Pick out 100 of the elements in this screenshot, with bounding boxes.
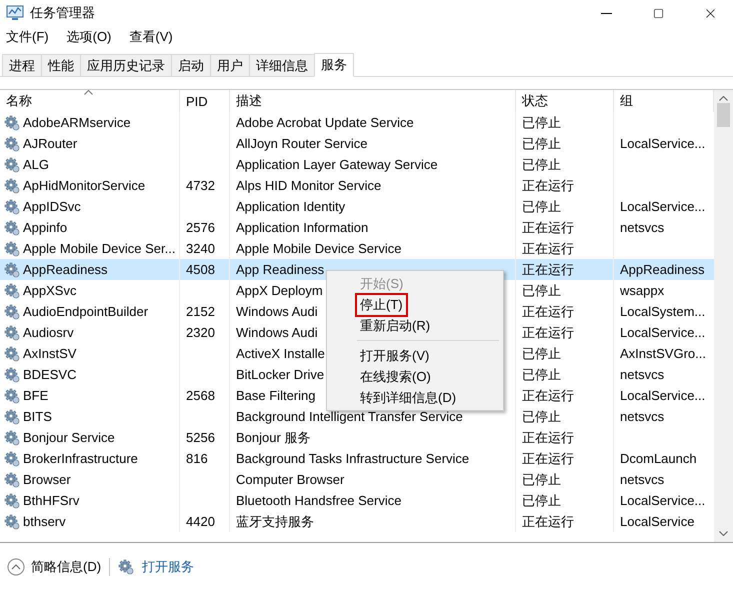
table-row[interactable]: BrokerInfrastructure 816 Background Tasks Infrastructure Service 正在运行 DcomLaunch xyxy=(0,448,714,469)
context-menu-item[interactable]: 重新启动(R) xyxy=(327,315,503,336)
group-text: LocalService xyxy=(620,514,694,529)
app-icon xyxy=(6,5,24,21)
status-text: 已停止 xyxy=(522,114,561,132)
context-menu-item[interactable]: 在线搜索(O) xyxy=(327,366,503,387)
service-name: AppXSvc xyxy=(23,283,76,298)
table-row[interactable]: bthserv 4420 蓝牙支持服务 正在运行 LocalService xyxy=(0,511,714,532)
tab[interactable]: 应用历史记录 xyxy=(80,54,172,76)
service-gear-icon xyxy=(4,324,20,340)
context-menu-item[interactable]: 转到详细信息(D) xyxy=(327,387,503,408)
status-text: 已停止 xyxy=(522,366,561,384)
tab[interactable]: 启动 xyxy=(171,54,211,76)
group-text: AppReadiness xyxy=(620,262,705,277)
service-name: AxInstSV xyxy=(23,346,76,361)
group-text: wsappx xyxy=(620,283,664,298)
pid-text: 2568 xyxy=(186,388,215,403)
status-text: 已停止 xyxy=(522,492,561,510)
service-name: bthserv xyxy=(23,514,66,529)
tab[interactable]: 性能 xyxy=(41,54,81,76)
status-text: 正在运行 xyxy=(522,176,574,194)
table-row[interactable]: Browser Computer Browser 已停止 netsvcs xyxy=(0,469,714,490)
group-text: LocalSystem... xyxy=(620,304,706,319)
service-name: BITS xyxy=(23,409,52,424)
table-row[interactable]: AJRouter AllJoyn Router Service 已停止 LocalService... xyxy=(0,133,714,154)
status-text: 正在运行 xyxy=(522,428,574,446)
tab[interactable]: 服务 xyxy=(314,53,354,77)
column-header[interactable]: 状态 xyxy=(516,90,614,112)
description-text: Application Layer Gateway Service xyxy=(236,157,438,172)
context-menu-item[interactable]: 停止(T) xyxy=(327,294,503,315)
description-text: Background Tasks Infrastructure Service xyxy=(236,451,470,466)
service-gear-icon xyxy=(4,346,20,362)
scroll-up-icon xyxy=(719,96,728,101)
service-gear-icon xyxy=(4,430,20,446)
table-row[interactable]: AdobeARMservice Adobe Acrobat Update Service 已停止 xyxy=(0,112,714,133)
service-gear-icon xyxy=(4,136,20,152)
highlight-frame: 打开服务(V) xyxy=(355,344,434,368)
service-gear-icon xyxy=(4,388,20,404)
tab[interactable]: 详细信息 xyxy=(249,54,315,76)
group-text: LocalService... xyxy=(620,388,706,403)
context-menu-item[interactable]: 打开服务(V) xyxy=(327,345,503,366)
column-header[interactable]: PID xyxy=(180,90,230,112)
table-row[interactable]: ALG Application Layer Gateway Service 已停止 xyxy=(0,154,714,175)
service-gear-icon xyxy=(4,472,20,488)
status-text: 正在运行 xyxy=(522,450,574,468)
status-text: 正在运行 xyxy=(522,260,574,278)
status-text: 正在运行 xyxy=(522,240,574,258)
service-gear-icon xyxy=(4,408,20,424)
table-row[interactable]: ApHidMonitorService 4732 Alps HID Monitor Service 正在运行 xyxy=(0,175,714,196)
group-text: netsvcs xyxy=(620,220,664,235)
service-gear-icon xyxy=(4,514,20,530)
table-row[interactable]: Appinfo 2576 Application Information 正在运行 netsvcs xyxy=(0,217,714,238)
status-text: 已停止 xyxy=(522,344,561,362)
service-name: AppIDSvc xyxy=(23,199,81,214)
status-text: 已停止 xyxy=(522,198,561,216)
service-gear-icon xyxy=(4,240,20,256)
service-gear-icon xyxy=(4,492,20,508)
table-row[interactable]: Bonjour Service 5256 Bonjour 服务 正在运行 xyxy=(0,427,714,448)
table-row[interactable]: BthHFSrv Bluetooth Handsfree Service 已停止 LocalService... xyxy=(0,490,714,511)
pid-text: 5256 xyxy=(186,430,215,445)
group-text: DcomLaunch xyxy=(620,451,697,466)
service-name: BthHFSrv xyxy=(23,493,80,508)
table-row[interactable]: AppIDSvc Application Identity 已停止 LocalService... xyxy=(0,196,714,217)
service-name: BrokerInfrastructure xyxy=(23,451,138,466)
service-gear-icon xyxy=(4,220,20,236)
gear-icon xyxy=(118,558,134,574)
description-text: AllJoyn Router Service xyxy=(236,136,368,151)
description-text: Application Information xyxy=(236,220,368,235)
column-header[interactable]: 描述 xyxy=(230,90,516,112)
tab[interactable]: 用户 xyxy=(210,54,250,76)
window-title: 任务管理器 xyxy=(30,4,96,22)
menu-item[interactable]: 选项(O) xyxy=(64,28,114,46)
description-text: Base Filtering xyxy=(236,388,316,403)
pid-text: 2576 xyxy=(186,220,215,235)
service-gear-icon xyxy=(4,262,20,278)
menu-item[interactable]: 查看(V) xyxy=(127,28,175,46)
status-text: 正在运行 xyxy=(522,324,574,342)
scroll-thumb[interactable] xyxy=(717,103,730,127)
fewer-details-button[interactable]: 简略信息(D) xyxy=(7,558,102,576)
service-name: Bonjour Service xyxy=(23,430,115,445)
description-text: Bonjour 服务 xyxy=(236,428,310,446)
service-name: AdobeARMservice xyxy=(23,115,131,130)
status-text: 正在运行 xyxy=(522,218,574,236)
group-text: LocalService... xyxy=(620,493,706,508)
menu-item[interactable]: 文件(F) xyxy=(4,28,51,46)
pid-text: 4508 xyxy=(186,262,215,277)
service-gear-icon xyxy=(4,198,20,214)
minimize-icon xyxy=(600,12,612,14)
tab[interactable]: 进程 xyxy=(2,54,42,76)
group-text: LocalService... xyxy=(620,136,706,151)
pid-text: 3240 xyxy=(186,241,215,256)
service-name: Audiosrv xyxy=(23,325,74,340)
service-gear-icon xyxy=(4,178,20,194)
column-header[interactable]: 名称 xyxy=(0,90,180,112)
scrollbar[interactable] xyxy=(714,90,733,542)
open-services-link[interactable]: 打开服务 xyxy=(142,558,194,576)
scroll-down-icon xyxy=(719,531,728,536)
service-name: BFE xyxy=(23,388,48,403)
status-text: 已停止 xyxy=(522,134,561,152)
service-name: ApHidMonitorService xyxy=(23,178,146,193)
